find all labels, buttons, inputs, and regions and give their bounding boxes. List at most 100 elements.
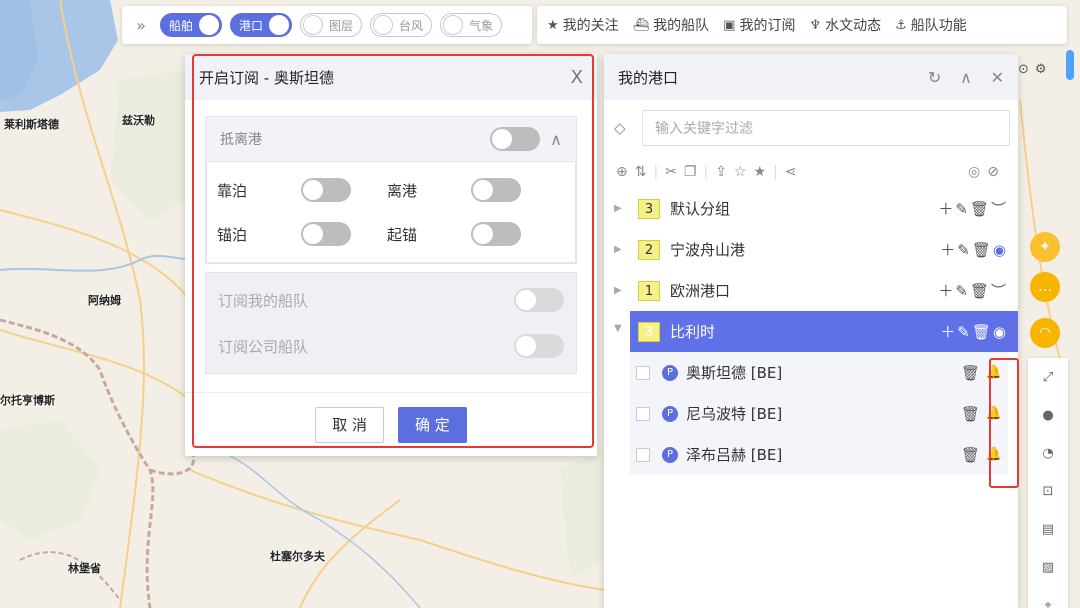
menu-fleet-functions[interactable]: ⚓ 船队功能 bbox=[895, 15, 967, 35]
trash-icon[interactable]: 🗑 bbox=[972, 323, 993, 341]
add-icon[interactable]: ＋ bbox=[938, 282, 955, 300]
copy-icon[interactable]: ❐ bbox=[684, 164, 697, 180]
trash-icon[interactable]: 🗑 bbox=[972, 241, 993, 259]
edit-icon[interactable]: ✎ bbox=[957, 323, 972, 341]
distance-icon[interactable]: ● bbox=[1028, 396, 1068, 434]
eye-open-icon[interactable]: ◉ bbox=[993, 323, 1008, 341]
share-icon[interactable]: ⋖ bbox=[785, 164, 797, 180]
section-header[interactable]: 抵离港 ∧ bbox=[206, 117, 576, 161]
menu-my-fleet[interactable]: ⛴ 我的船队 bbox=[633, 15, 710, 35]
toggle-ships[interactable]: 船舶 bbox=[160, 13, 223, 37]
toggle-layers[interactable]: 图层 bbox=[300, 13, 363, 37]
toggle-row: 锚泊 起锚 bbox=[217, 212, 565, 256]
fullscreen-icon[interactable]: ⤢ bbox=[1028, 358, 1068, 396]
hide-all-icon[interactable]: ⊘ bbox=[987, 164, 999, 180]
map-label-lelystad: 莱利斯塔德 bbox=[4, 118, 59, 131]
refresh-icon[interactable]: ↻ bbox=[928, 68, 941, 87]
ruler-icon[interactable]: ▤ bbox=[1028, 510, 1068, 548]
edit-icon[interactable]: ✎ bbox=[955, 282, 970, 300]
sub-company-fleet-switch[interactable] bbox=[514, 334, 564, 358]
edit-icon[interactable]: ✎ bbox=[957, 241, 972, 259]
cut-icon[interactable]: ✂ bbox=[665, 164, 677, 180]
star-icon: ★ bbox=[547, 17, 559, 33]
port-checkbox[interactable] bbox=[636, 447, 650, 462]
sort-icon[interactable]: ⇅ bbox=[635, 164, 647, 180]
headset-icon[interactable]: ◠ bbox=[1030, 318, 1060, 348]
berth-switch[interactable] bbox=[301, 178, 351, 202]
eye-open-icon[interactable]: ◉ bbox=[993, 241, 1008, 259]
menu-my-subscriptions-label: 我的订阅 bbox=[739, 18, 796, 34]
menu-hydrology[interactable]: ♆ 水文动态 bbox=[809, 15, 881, 35]
toggle-knob bbox=[373, 15, 394, 35]
list-item[interactable]: P 奥斯坦德 [BE] 🗑 🔔 bbox=[630, 352, 1008, 393]
fleet-subscription-group: 订阅我的船队 订阅公司船队 bbox=[205, 272, 577, 374]
gear-icon[interactable]: ⚙ bbox=[1035, 62, 1047, 77]
eye-closed-icon[interactable]: ︶ bbox=[991, 282, 1008, 300]
signal-icon[interactable]: ◔ bbox=[1028, 434, 1068, 472]
trash-icon[interactable]: 🗑 bbox=[961, 446, 980, 464]
chevron-up-icon[interactable]: ∧ bbox=[960, 68, 972, 87]
lightbulb-icon[interactable]: ✦ bbox=[1030, 232, 1060, 262]
filter-input[interactable]: 输入关键字过滤 bbox=[642, 110, 1010, 146]
caret-right-icon[interactable]: ▶ bbox=[614, 285, 638, 296]
bell-icon[interactable]: 🔔 bbox=[986, 447, 1002, 462]
toggle-ports[interactable]: 港口 bbox=[230, 13, 293, 37]
trash-icon[interactable]: 🗑 bbox=[970, 200, 991, 218]
weigh-anchor-switch[interactable] bbox=[471, 222, 521, 246]
bell-icon[interactable]: 🔔 bbox=[986, 406, 1002, 421]
add-circle-icon[interactable]: ⊕ bbox=[616, 164, 628, 180]
sub-my-fleet-switch[interactable] bbox=[514, 288, 564, 312]
play-icon[interactable]: ⊙ bbox=[1018, 62, 1029, 77]
add-icon[interactable]: ＋ bbox=[940, 323, 957, 341]
group-row[interactable]: ▶ 1 欧洲港口 ＋✎🗑︶ bbox=[604, 270, 1018, 311]
upload-icon[interactable]: ⇪ bbox=[715, 164, 727, 180]
menu-my-subscriptions[interactable]: ▣ 我的订阅 bbox=[723, 15, 795, 35]
add-icon[interactable]: ＋ bbox=[940, 241, 957, 259]
close-icon[interactable]: X bbox=[571, 67, 583, 88]
port-checkbox[interactable] bbox=[636, 365, 650, 380]
toggle-weather[interactable]: 气象 bbox=[440, 13, 503, 37]
zoom-select-icon[interactable]: ⊡ bbox=[1028, 472, 1068, 510]
edit-icon[interactable]: ✎ bbox=[955, 200, 970, 218]
locate-icon[interactable]: ⌖ bbox=[1028, 586, 1068, 608]
section-master-switch[interactable] bbox=[490, 127, 541, 151]
map-label-arnhem: 阿纳姆 bbox=[88, 294, 121, 307]
group-row-selected[interactable]: 3 比利时 ＋✎🗑◉ bbox=[630, 311, 1018, 352]
show-all-icon[interactable]: ◎ bbox=[968, 164, 980, 180]
confirm-button[interactable]: 确 定 bbox=[398, 406, 467, 443]
trash-icon[interactable]: 🗑 bbox=[961, 364, 980, 382]
chevron-up-icon[interactable]: ∧ bbox=[550, 130, 562, 149]
depart-label: 离港 bbox=[387, 181, 418, 200]
caret-right-icon[interactable]: ▶ bbox=[614, 244, 638, 255]
bell-icon[interactable]: 🔔 bbox=[986, 365, 1002, 380]
toggle-typhoon[interactable]: 台风 bbox=[370, 13, 433, 37]
add-icon[interactable]: ＋ bbox=[938, 200, 955, 218]
star-filled-icon[interactable]: ★ bbox=[754, 164, 767, 180]
eye-closed-icon[interactable]: ︶ bbox=[991, 200, 1008, 218]
group-count: 1 bbox=[638, 280, 660, 301]
section-body: 靠泊 离港 锚泊 起锚 bbox=[206, 161, 576, 263]
map-top-controls: ⊙ ⚙ bbox=[1018, 62, 1047, 77]
list-item[interactable]: P 泽布吕赫 [BE] 🗑 🔔 bbox=[630, 434, 1008, 475]
group-row[interactable]: ▶ 3 默认分组 ＋✎🗑︶ bbox=[604, 188, 1018, 229]
anchor-switch[interactable] bbox=[301, 222, 351, 246]
port-checkbox[interactable] bbox=[636, 406, 650, 421]
side-tab-handle[interactable] bbox=[1066, 50, 1074, 80]
close-icon[interactable]: ✕ bbox=[991, 68, 1004, 87]
port-badge: P bbox=[662, 364, 678, 381]
caret-right-icon[interactable]: ▶ bbox=[614, 203, 638, 214]
collapse-toolbar-button[interactable]: » bbox=[130, 16, 152, 35]
menu-my-follow[interactable]: ★ 我的关注 bbox=[547, 15, 619, 35]
caret-down-icon[interactable]: ▼ bbox=[614, 323, 622, 334]
list-item[interactable]: P 尼乌波特 [BE] 🗑 🔔 bbox=[630, 393, 1008, 434]
group-row[interactable]: ▶ 2 宁波舟山港 ＋✎🗑◉ bbox=[604, 229, 1018, 270]
trash-icon[interactable]: 🗑 bbox=[970, 282, 991, 300]
filter-bar: ◇ 输入关键字过滤 bbox=[614, 110, 1010, 146]
cancel-button[interactable]: 取 消 bbox=[315, 406, 384, 443]
star-outline-icon[interactable]: ☆ bbox=[734, 164, 747, 180]
area-icon[interactable]: ▨ bbox=[1028, 548, 1068, 586]
depart-switch[interactable] bbox=[471, 178, 521, 202]
trash-icon[interactable]: 🗑 bbox=[961, 405, 980, 423]
chat-icon[interactable]: … bbox=[1030, 272, 1060, 302]
port-badge: P bbox=[662, 446, 678, 463]
